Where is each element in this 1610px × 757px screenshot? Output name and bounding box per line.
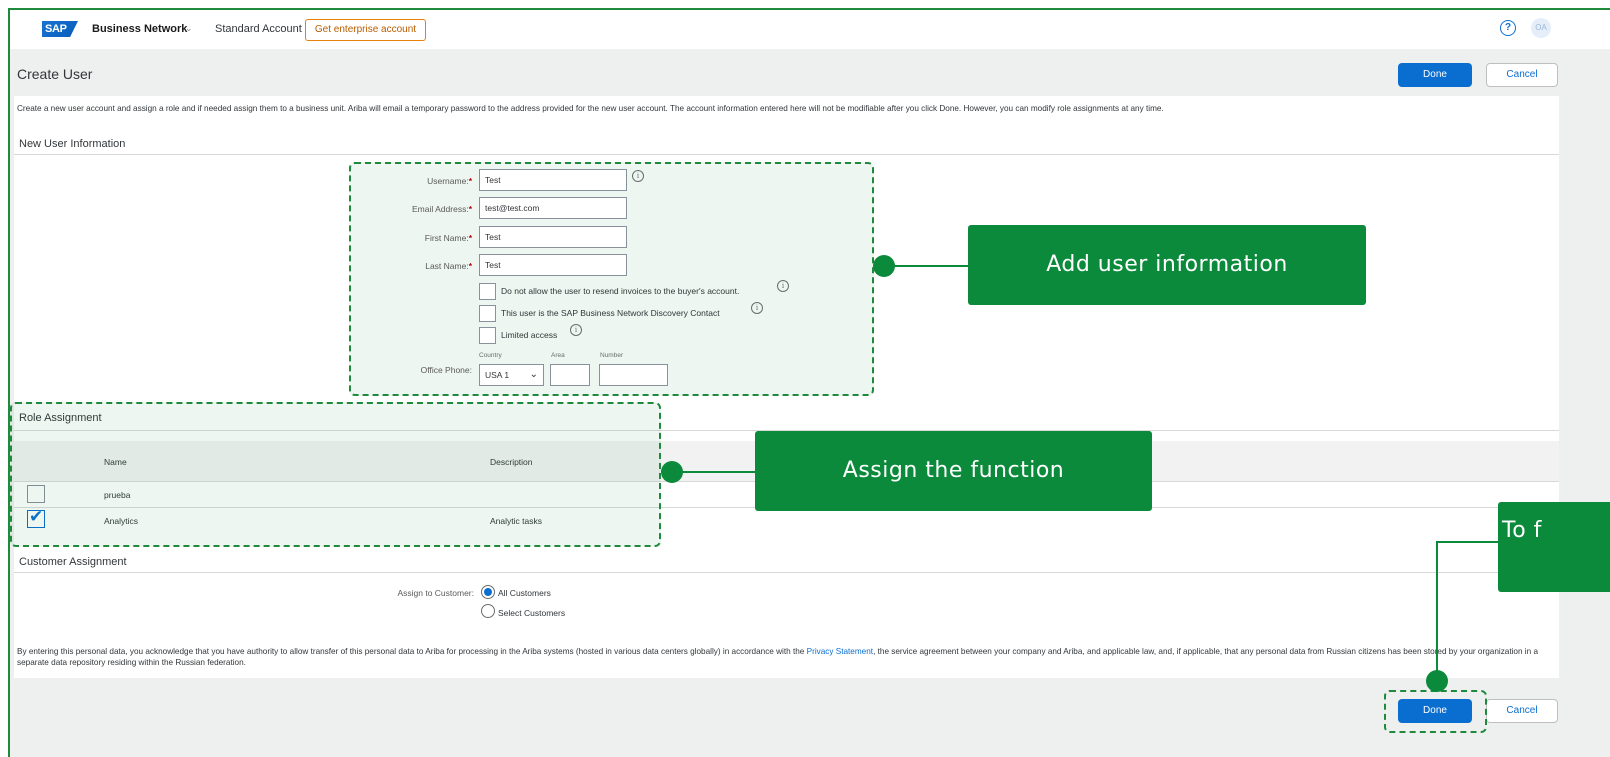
- office-phone-label: Office Phone:: [420, 365, 472, 375]
- limited-access-label: Limited access: [501, 330, 558, 340]
- last-name-input[interactable]: Test: [479, 254, 627, 276]
- callout-connector: [884, 265, 968, 267]
- section-title-customer-assignment: Customer Assignment: [19, 556, 127, 568]
- callout-connector: [1436, 541, 1438, 683]
- chevron-down-icon: ⌄: [529, 369, 538, 380]
- divider: [14, 572, 1559, 573]
- sap-logo: SAP: [42, 21, 78, 37]
- brand-name[interactable]: Business Network: [92, 23, 187, 35]
- help-icon[interactable]: ?: [1500, 20, 1516, 36]
- section-title-user-info: New User Information: [19, 138, 126, 150]
- callout-dot: [1426, 670, 1448, 692]
- area-label: Area: [551, 352, 565, 359]
- no-resend-invoices-checkbox[interactable]: [479, 283, 496, 300]
- discovery-contact-checkbox[interactable]: [479, 305, 496, 322]
- radio-all-customers[interactable]: [481, 585, 495, 599]
- email-label: Email Address:*: [411, 204, 472, 214]
- avatar[interactable]: OA: [1531, 18, 1551, 38]
- number-input[interactable]: [599, 364, 668, 386]
- callout-connector: [1436, 541, 1498, 543]
- callout-finish: To f: [1498, 502, 1610, 592]
- callout-assign-function: Assign the function: [755, 431, 1152, 511]
- highlight-role-assignment: [10, 402, 661, 547]
- callout-add-user-information: Add user information: [968, 225, 1366, 305]
- done-button-top[interactable]: Done: [1398, 63, 1472, 87]
- username-input[interactable]: Test: [479, 169, 627, 191]
- get-enterprise-account-button[interactable]: Get enterprise account: [305, 19, 426, 41]
- select-customers-label: Select Customers: [498, 608, 566, 618]
- country-label: Country: [479, 352, 502, 359]
- no-resend-invoices-label: Do not allow the user to resend invoices…: [501, 286, 740, 296]
- divider: [14, 154, 1559, 155]
- area-input[interactable]: [550, 364, 590, 386]
- legal-notice: By entering this personal data, you ackn…: [17, 647, 1539, 667]
- last-name-label: Last Name:*: [425, 261, 472, 271]
- first-name-input[interactable]: Test: [479, 226, 627, 248]
- account-type: Standard Account: [215, 23, 302, 35]
- all-customers-label: All Customers: [498, 588, 551, 598]
- username-label: Username:*: [427, 176, 472, 186]
- discovery-contact-label: This user is the SAP Business Network Di…: [501, 308, 720, 318]
- first-name-label: First Name:*: [424, 233, 472, 243]
- page-description: Create a new user account and assign a r…: [17, 104, 1164, 113]
- info-icon[interactable]: i: [570, 324, 582, 336]
- chevron-down-icon[interactable]: ⌄: [185, 23, 193, 34]
- cancel-button-bottom[interactable]: Cancel: [1486, 699, 1558, 723]
- email-input[interactable]: test@test.com: [479, 197, 627, 219]
- radio-select-customers[interactable]: [481, 604, 495, 618]
- callout-dot: [661, 461, 683, 483]
- top-bar: SAP Business Network ⌄ Standard Account …: [10, 10, 1610, 49]
- info-icon[interactable]: i: [777, 280, 789, 292]
- page-title: Create User: [17, 66, 93, 82]
- country-select[interactable]: USA 1 ⌄: [479, 364, 544, 386]
- cancel-button-top[interactable]: Cancel: [1486, 63, 1558, 87]
- highlight-done-button: [1384, 690, 1487, 733]
- assign-to-customer-label: Assign to Customer:: [397, 588, 474, 598]
- callout-connector: [672, 471, 756, 473]
- info-icon[interactable]: i: [751, 302, 763, 314]
- callout-dot: [873, 255, 895, 277]
- number-label: Number: [600, 352, 624, 359]
- privacy-statement-link[interactable]: Privacy Statement: [807, 647, 873, 656]
- info-icon[interactable]: i: [632, 170, 644, 182]
- limited-access-checkbox[interactable]: [479, 327, 496, 344]
